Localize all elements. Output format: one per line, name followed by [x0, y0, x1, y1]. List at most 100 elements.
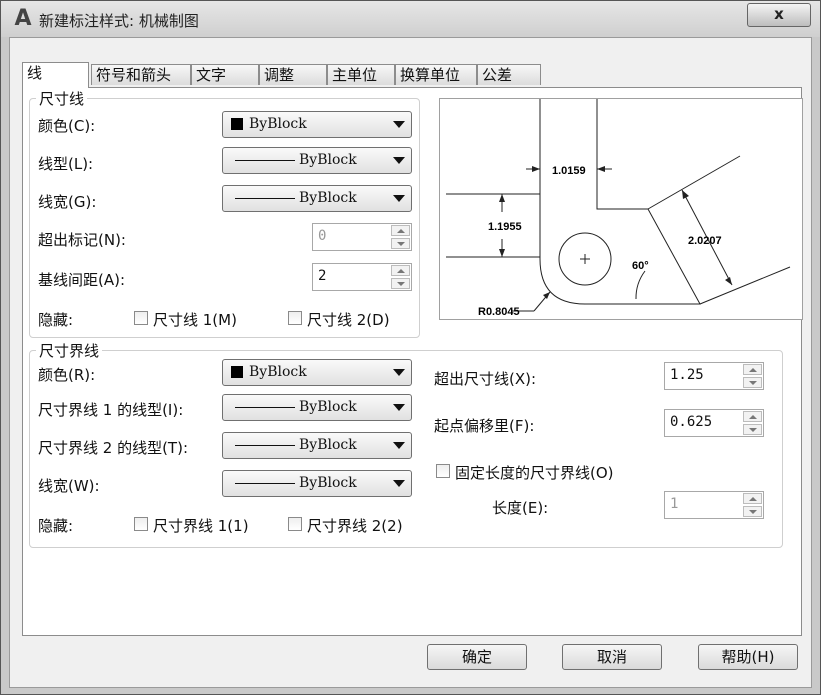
- suppress-dimline1-label: 尺寸线 1(M): [153, 311, 237, 329]
- spin-down-icon[interactable]: [743, 424, 762, 435]
- preview-pane: 1.0159 1.1955 2.0207 60° R0.8045: [439, 98, 803, 320]
- baseline-spacing-spinner[interactable]: 2: [312, 263, 412, 291]
- length-value: 1: [670, 496, 679, 512]
- tab-symbols-arrows[interactable]: 符号和箭头: [91, 64, 191, 85]
- suppress-dimline2-checkbox[interactable]: [288, 311, 302, 325]
- fixed-length-checkbox[interactable]: [436, 464, 450, 478]
- suppress-extline2-checkbox[interactable]: [288, 517, 302, 531]
- ok-button[interactable]: 确定: [427, 644, 527, 670]
- dim-linetype-select[interactable]: ByBlock: [222, 147, 412, 174]
- spin-down-icon[interactable]: [743, 377, 762, 388]
- ext-lineweight-label: 线宽(W):: [38, 477, 100, 495]
- tab-panel-lines: 尺寸线 颜色(C): ByBlock 线型(L): ByBlock 线宽(G):…: [22, 87, 803, 636]
- line-sample: [235, 160, 295, 161]
- ext-color-label: 颜色(R):: [38, 366, 96, 384]
- dialog-window: A 新建标注样式: 机械制图 x 线 符号和箭头 文字 调整 主单位 换算单位 …: [0, 0, 821, 695]
- preview-dim-top: 1.0159: [552, 165, 586, 177]
- color-swatch: [231, 118, 243, 130]
- color-swatch: [231, 366, 243, 378]
- dim-suppress-label: 隐藏:: [38, 311, 74, 329]
- cancel-button[interactable]: 取消: [562, 644, 662, 670]
- dialog-body: 线 符号和箭头 文字 调整 主单位 换算单位 公差 尺寸线 颜色(C): ByB…: [9, 37, 812, 688]
- extend-ticks-value: 0: [318, 228, 327, 244]
- dim-color-value: ByBlock: [249, 116, 307, 132]
- dropdown-arrow-icon: [393, 369, 405, 376]
- spin-up-icon[interactable]: [391, 265, 410, 276]
- line-sample: [235, 445, 295, 446]
- extend-beyond-label: 超出尺寸线(X):: [434, 370, 537, 388]
- baseline-spacing-value: 2: [318, 268, 327, 284]
- line-sample: [235, 483, 295, 484]
- ext-linetype2-value: ByBlock: [299, 437, 357, 453]
- ext-lineweight-select[interactable]: ByBlock: [222, 470, 412, 497]
- dim-lines-legend: 尺寸线: [36, 88, 88, 109]
- close-button[interactable]: x: [747, 3, 811, 27]
- dim-color-select[interactable]: ByBlock: [222, 111, 412, 138]
- ext-suppress-label: 隐藏:: [38, 517, 74, 535]
- dropdown-arrow-icon: [393, 157, 405, 164]
- dim-lineweight-select[interactable]: ByBlock: [222, 185, 412, 212]
- preview-dim-right: 2.0207: [688, 235, 722, 247]
- dim-color-label: 颜色(C):: [38, 117, 96, 135]
- ext-linetype1-value: ByBlock: [299, 399, 357, 415]
- spin-down-icon[interactable]: [391, 278, 410, 289]
- tab-alternate-units[interactable]: 换算单位: [395, 64, 477, 85]
- dropdown-arrow-icon: [393, 480, 405, 487]
- suppress-extline1-checkbox[interactable]: [134, 517, 148, 531]
- dim-lines-group: 尺寸线 颜色(C): ByBlock 线型(L): ByBlock 线宽(G):…: [29, 88, 420, 338]
- suppress-dimline1-checkbox[interactable]: [134, 311, 148, 325]
- ext-lines-legend: 尺寸界线: [36, 340, 103, 361]
- spin-up-icon[interactable]: [743, 411, 762, 422]
- spin-up-icon[interactable]: [391, 225, 410, 236]
- extend-ticks-spinner[interactable]: 0: [312, 223, 412, 251]
- line-sample: [235, 407, 295, 408]
- dim-lineweight-label: 线宽(G):: [38, 193, 97, 211]
- window-title: 新建标注样式: 机械制图: [39, 12, 199, 30]
- offset-origin-label: 起点偏移里(F):: [434, 417, 535, 435]
- tab-text[interactable]: 文字: [191, 64, 259, 85]
- spin-down-icon[interactable]: [743, 506, 762, 517]
- dim-lineweight-value: ByBlock: [299, 190, 357, 206]
- ext-color-select[interactable]: ByBlock: [222, 359, 412, 386]
- ext-lines-group: 尺寸界线 颜色(R): ByBlock 尺寸界线 1 的线型(I): ByBlo…: [29, 340, 783, 548]
- baseline-spacing-label: 基线间距(A):: [38, 271, 126, 289]
- title-bar: A 新建标注样式: 机械制图 x: [1, 1, 820, 37]
- dim-linetype-label: 线型(L):: [38, 155, 94, 173]
- autocad-logo-icon: A: [14, 6, 32, 31]
- dim-linetype-value: ByBlock: [299, 152, 357, 168]
- ext-linetype1-select[interactable]: ByBlock: [222, 394, 412, 421]
- extend-beyond-value: 1.25: [670, 367, 704, 383]
- tab-tolerances[interactable]: 公差: [477, 64, 541, 85]
- ext-linetype1-label: 尺寸界线 1 的线型(I):: [38, 401, 184, 419]
- fixed-length-label: 固定长度的尺寸界线(O): [455, 464, 614, 482]
- preview-angle: 60°: [632, 260, 649, 272]
- ext-linetype2-select[interactable]: ByBlock: [222, 432, 412, 459]
- preview-radius: R0.8045: [478, 306, 520, 318]
- tab-fit[interactable]: 调整: [259, 64, 327, 85]
- ext-linetype2-label: 尺寸界线 2 的线型(T):: [38, 439, 189, 457]
- suppress-extline1-label: 尺寸界线 1(1): [153, 517, 249, 535]
- spin-up-icon[interactable]: [743, 493, 762, 504]
- extend-ticks-label: 超出标记(N):: [38, 231, 126, 249]
- extend-beyond-spinner[interactable]: 1.25: [664, 362, 764, 390]
- ext-lineweight-value: ByBlock: [299, 475, 357, 491]
- offset-origin-spinner[interactable]: 0.625: [664, 409, 764, 437]
- tab-lines[interactable]: 线: [22, 62, 89, 88]
- ext-color-value: ByBlock: [249, 364, 307, 380]
- tab-primary-units[interactable]: 主单位: [327, 64, 395, 85]
- dimension-preview-drawing: 1.0159 1.1955 2.0207 60° R0.8045: [446, 99, 791, 318]
- spin-up-icon[interactable]: [743, 364, 762, 375]
- length-spinner[interactable]: 1: [664, 491, 764, 519]
- help-button[interactable]: 帮助(H): [698, 644, 798, 670]
- dropdown-arrow-icon: [393, 442, 405, 449]
- suppress-extline2-label: 尺寸界线 2(2): [307, 517, 403, 535]
- spin-down-icon[interactable]: [391, 238, 410, 249]
- dropdown-arrow-icon: [393, 404, 405, 411]
- dropdown-arrow-icon: [393, 121, 405, 128]
- offset-origin-value: 0.625: [670, 414, 713, 430]
- suppress-dimline2-label: 尺寸线 2(D): [307, 311, 390, 329]
- dropdown-arrow-icon: [393, 195, 405, 202]
- line-sample: [235, 198, 295, 199]
- length-label: 长度(E):: [492, 499, 549, 517]
- preview-dim-left: 1.1955: [488, 221, 522, 233]
